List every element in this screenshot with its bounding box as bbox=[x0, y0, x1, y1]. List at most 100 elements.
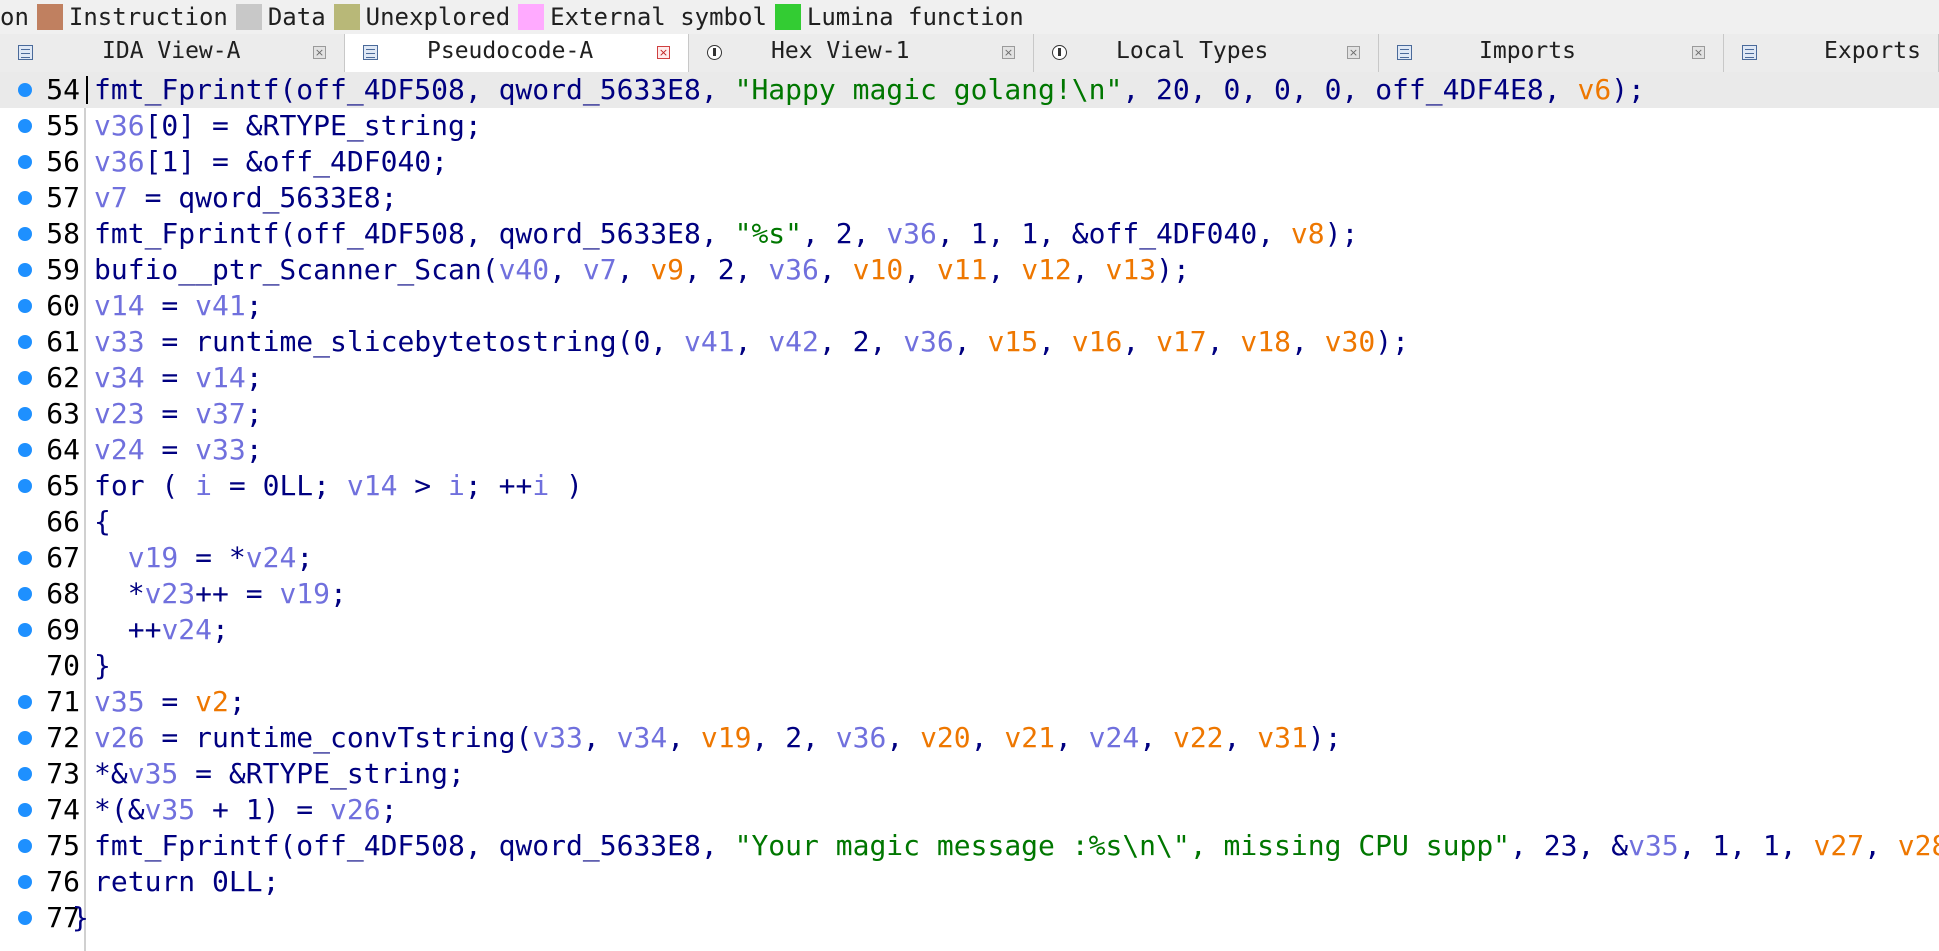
breakpoint-dot-icon[interactable] bbox=[18, 479, 32, 493]
code-token: , 2, bbox=[684, 253, 769, 286]
stack-variable-token: v9 bbox=[650, 253, 685, 286]
legend-lead-text: on bbox=[0, 3, 29, 31]
code-token: [0] = &RTYPE_string; bbox=[144, 109, 482, 142]
breakpoint-dot-icon[interactable] bbox=[18, 731, 32, 745]
code-line[interactable]: 61 v33 = runtime_slicebytetostring(0, v41… bbox=[0, 324, 1939, 360]
code-line[interactable]: 58 fmt_Fprintf(off_4DF508, qword_5633E8, … bbox=[0, 216, 1939, 252]
code-line[interactable]: 55 v36[0] = &RTYPE_string; bbox=[0, 108, 1939, 144]
code-text: } bbox=[72, 900, 89, 936]
breakpoint-dot-icon[interactable] bbox=[18, 227, 32, 241]
tab-ida-view-a[interactable]: IDA View-A × bbox=[0, 34, 345, 72]
legend-item-external-symbol: External symbol bbox=[518, 3, 767, 31]
code-token: ); bbox=[1375, 325, 1409, 358]
stack-variable-token: v17 bbox=[1156, 325, 1207, 358]
code-line[interactable]: 74 *(&v35 + 1) = v26; bbox=[0, 792, 1939, 828]
close-tab-icon[interactable]: × bbox=[313, 46, 326, 59]
breakpoint-dot-icon[interactable] bbox=[18, 839, 32, 853]
code-line[interactable]: 68 *v23++ = v19; bbox=[0, 576, 1939, 612]
breakpoint-dot-icon[interactable] bbox=[18, 263, 32, 277]
line-number: 68 bbox=[46, 577, 80, 610]
tab-local-types[interactable]: Local Types × bbox=[1034, 34, 1379, 72]
code-line[interactable]: 70} bbox=[0, 648, 1939, 684]
tab-imports[interactable]: Imports × bbox=[1379, 34, 1724, 72]
variable-token: v36 bbox=[886, 217, 937, 250]
code-line[interactable]: 72 v26 = runtime_convTstring(v33, v34, v1… bbox=[0, 720, 1939, 756]
breakpoint-dot-icon[interactable] bbox=[18, 767, 32, 781]
code-token: , bbox=[903, 253, 937, 286]
close-tab-icon[interactable]: × bbox=[657, 46, 670, 59]
code-line[interactable]: 67 v19 = *v24; bbox=[0, 540, 1939, 576]
code-token: ; bbox=[245, 433, 263, 466]
breakpoint-dot-icon[interactable] bbox=[18, 803, 32, 817]
code-line[interactable]: 56 v36[1] = &off_4DF040; bbox=[0, 144, 1939, 180]
line-number: 61 bbox=[46, 325, 80, 358]
code-line[interactable]: 66 { bbox=[0, 504, 1939, 540]
code-line[interactable]: 75 fmt_Fprintf(off_4DF508, qword_5633E8, … bbox=[0, 828, 1939, 864]
code-token: ; bbox=[245, 361, 263, 394]
string-literal: "%s" bbox=[734, 217, 803, 250]
line-number: 60 bbox=[46, 289, 80, 322]
breakpoint-dot-icon[interactable] bbox=[18, 371, 32, 385]
tab-pseudocode-a[interactable]: Pseudocode-A × bbox=[345, 34, 689, 72]
code-line[interactable]: 69 ++v24; bbox=[0, 612, 1939, 648]
legend-swatch bbox=[774, 4, 801, 30]
breakpoint-dot-icon[interactable] bbox=[18, 119, 32, 133]
tab-label: Pseudocode-A bbox=[427, 38, 594, 64]
color-legend-bar: on Instruction Data Unexplored External … bbox=[0, 0, 1939, 34]
code-text: } bbox=[94, 648, 111, 684]
code-token: *& bbox=[94, 757, 128, 790]
breakpoint-dot-icon[interactable] bbox=[18, 695, 32, 709]
breakpoint-dot-icon[interactable] bbox=[18, 299, 32, 313]
line-number: 71 bbox=[46, 685, 80, 718]
code-token: ); bbox=[1611, 73, 1645, 106]
code-token: *(& bbox=[94, 793, 145, 826]
stack-variable-token: v12 bbox=[1021, 253, 1072, 286]
tab-exports[interactable]: Exports bbox=[1724, 34, 1939, 72]
code-line[interactable]: 76 return 0LL; bbox=[0, 864, 1939, 900]
tab-label: Local Types bbox=[1116, 38, 1269, 64]
tab-hex-view-1[interactable]: Hex View-1 × bbox=[689, 34, 1034, 72]
breakpoint-dot-icon[interactable] bbox=[18, 443, 32, 457]
code-line[interactable]: 71 v35 = v2; bbox=[0, 684, 1939, 720]
breakpoint-dot-icon[interactable] bbox=[18, 551, 32, 565]
breakpoint-dot-icon[interactable] bbox=[18, 191, 32, 205]
variable-token: v24 bbox=[94, 433, 145, 466]
code-line[interactable]: 77} bbox=[0, 900, 1939, 936]
code-text: v19 = *v24; bbox=[94, 540, 313, 576]
code-line[interactable]: 64 v24 = v33; bbox=[0, 432, 1939, 468]
code-line[interactable]: 63 v23 = v37; bbox=[0, 396, 1939, 432]
close-tab-icon[interactable]: × bbox=[1002, 46, 1015, 59]
text-cursor bbox=[86, 76, 88, 104]
code-line[interactable]: 54 fmt_Fprintf(off_4DF508, qword_5633E8, … bbox=[0, 72, 1939, 108]
breakpoint-dot-icon[interactable] bbox=[18, 587, 32, 601]
code-token: ; bbox=[296, 541, 314, 574]
code-line[interactable]: 73 *&v35 = &RTYPE_string; bbox=[0, 756, 1939, 792]
close-tab-icon[interactable]: × bbox=[1692, 46, 1705, 59]
stack-variable-token: v27 bbox=[1813, 829, 1865, 862]
code-token: , bbox=[667, 721, 701, 754]
code-token: , 20, 0, 0, 0, off_4DF4E8, bbox=[1122, 73, 1578, 106]
variable-token: v36 bbox=[94, 145, 145, 178]
breakpoint-dot-icon[interactable] bbox=[18, 407, 32, 421]
breakpoint-dot-icon[interactable] bbox=[18, 83, 32, 97]
breakpoint-dot-icon[interactable] bbox=[18, 335, 32, 349]
tab-label: Hex View-1 bbox=[771, 38, 910, 64]
breakpoint-dot-icon[interactable] bbox=[18, 875, 32, 889]
code-line[interactable]: 57 v7 = qword_5633E8; bbox=[0, 180, 1939, 216]
code-line[interactable]: 60 v14 = v41; bbox=[0, 288, 1939, 324]
breakpoint-dot-icon[interactable] bbox=[18, 623, 32, 637]
line-number: 55 bbox=[46, 109, 80, 142]
line-number: 63 bbox=[46, 397, 80, 430]
pseudocode-editor[interactable]: 54 fmt_Fprintf(off_4DF508, qword_5633E8, … bbox=[0, 72, 1939, 951]
breakpoint-dot-icon[interactable] bbox=[18, 155, 32, 169]
stack-variable-token: v22 bbox=[1172, 721, 1224, 754]
code-token: for ( bbox=[94, 469, 196, 502]
variable-token: v36 bbox=[94, 109, 145, 142]
legend-item-unexplored: Unexplored bbox=[333, 3, 510, 31]
code-line[interactable]: 59 bufio__ptr_Scanner_Scan(v40, v7, v9, 2… bbox=[0, 252, 1939, 288]
breakpoint-dot-icon[interactable] bbox=[18, 911, 32, 925]
code-token: } bbox=[94, 649, 111, 682]
code-line[interactable]: 65 for ( i = 0LL; v14 > i; ++i ) bbox=[0, 468, 1939, 504]
code-line[interactable]: 62 v34 = v14; bbox=[0, 360, 1939, 396]
close-tab-icon[interactable]: × bbox=[1347, 46, 1360, 59]
